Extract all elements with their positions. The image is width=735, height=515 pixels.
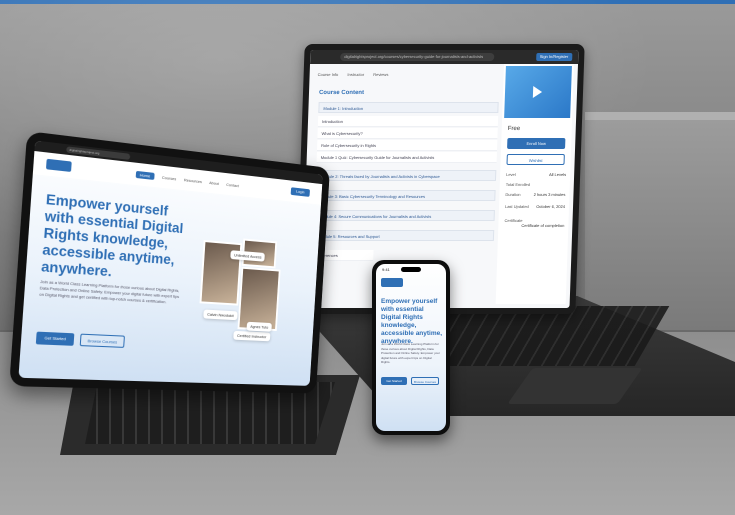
course-price: Free <box>507 126 521 132</box>
browse-courses-button[interactable]: Browse Courses <box>79 333 125 348</box>
meta-duration: Duration 2 hours 3 minutes <box>505 192 566 197</box>
phone-hero-description: Join as a World Class Learning Platform … <box>381 342 440 364</box>
lesson-role-of-cybersecurity[interactable]: Role of Cybersecurity in Rights <box>316 140 498 151</box>
phone-browse-courses-button[interactable]: Browse Courses <box>411 377 439 385</box>
phone-get-started-button[interactable]: Get Started <box>381 377 407 385</box>
tablet-webpage: digitalrightsproject.org Home Courses Re… <box>18 140 323 386</box>
course-content-title: Course Content <box>318 90 365 96</box>
tab-instructor[interactable]: Instructor <box>347 72 364 77</box>
phone-device: 9:41 Empower yourself with essential Dig… <box>372 260 450 435</box>
mockup-scene: digitalrightsproject.org/courses/cyberse… <box>0 0 735 515</box>
phone-site-logo[interactable] <box>381 278 403 287</box>
play-icon[interactable] <box>532 86 543 98</box>
module-1-quiz[interactable]: Module 1 Quiz: Cybersecurity Guide for J… <box>316 152 497 163</box>
course-video[interactable] <box>504 66 572 118</box>
tab-reviews[interactable]: Reviews <box>373 72 388 77</box>
laptop-browser-bar: digitalrightsproject.org/courses/cyberse… <box>310 50 579 64</box>
tab-course-info[interactable]: Course Info <box>318 72 339 77</box>
meta-level: Level All Levels <box>506 172 567 177</box>
hero-description: Join as a World Class Learning Platform … <box>39 278 180 305</box>
wishlist-button[interactable]: Wishlist <box>506 154 565 165</box>
get-started-button[interactable]: Get Started <box>35 331 75 346</box>
module-5-header[interactable]: Module 5: Resources and Support <box>313 230 495 241</box>
phone-dynamic-island <box>401 267 421 272</box>
phone-hero-headline: Empower yourself with essential Digital … <box>381 298 443 345</box>
module-2-header[interactable]: Module 2: Threats faced by Journalists a… <box>315 170 497 181</box>
meta-last-updated: Last Updated October 6, 2024 <box>504 204 566 209</box>
lesson-what-is-cybersecurity[interactable]: What is Cybersecurity? <box>317 128 498 139</box>
hero-card-calvin: Calvin Nwodukit <box>203 309 238 321</box>
phone-clock: 9:41 <box>382 267 390 272</box>
concrete-step-riser <box>585 120 735 330</box>
course-sidebar: Free Enroll Now Wishlist Level All Levels… <box>495 64 575 304</box>
course-tabs: Course Info Instructor Reviews <box>318 72 397 77</box>
meta-enrolled: Total Enrolled <box>505 182 531 187</box>
module-1-header[interactable]: Module 1: Introduction <box>318 102 499 113</box>
tablet-device: digitalrightsproject.org Home Courses Re… <box>9 131 331 394</box>
module-3-header[interactable]: Module 3: Basic Cybersecurity Terminolog… <box>315 190 496 201</box>
lesson-introduction[interactable]: Introduction <box>317 116 499 127</box>
hero-card-instructor: Certified Instructor <box>233 330 271 342</box>
phone-webpage: 9:41 Empower yourself with essential Dig… <box>376 264 446 431</box>
nav-about[interactable]: About <box>209 180 219 186</box>
meta-certificate: Certificate Certificate of completion <box>504 218 565 228</box>
signin-button[interactable]: Sign In/Register <box>535 53 573 61</box>
enroll-button[interactable]: Enroll Now <box>507 138 566 149</box>
hero-headline: Empower yourself with essential Digital … <box>40 190 184 280</box>
laptop-url-bar[interactable]: digitalrightsproject.org/courses/cyberse… <box>340 53 495 61</box>
module-4-header[interactable]: Module 4: Secure Communications for Jour… <box>314 210 495 221</box>
hero-card-agnes: Agnes Tuto <box>246 321 273 332</box>
